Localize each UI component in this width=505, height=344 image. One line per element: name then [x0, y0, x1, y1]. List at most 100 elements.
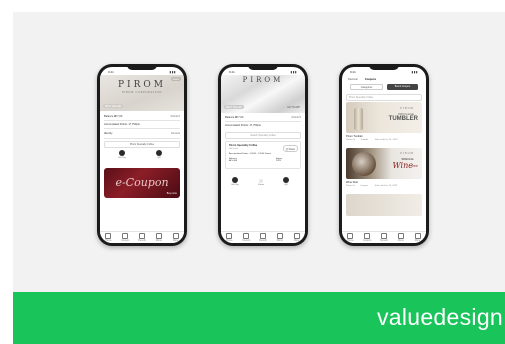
tab-home[interactable]: Home [344, 232, 356, 242]
divider [104, 120, 180, 121]
tumbler-image [354, 108, 363, 130]
wine-name: Wine Shot [346, 181, 358, 184]
tab-home[interactable]: Home [102, 232, 114, 242]
search-input[interactable]: Pirom Specialty Coffee [346, 94, 422, 101]
tab-label: More [414, 239, 421, 243]
guest-button[interactable]: Guest [170, 77, 181, 82]
wine-meta-date: Sale until Dec 31, 2023 [374, 185, 398, 187]
phone-notch [127, 64, 157, 70]
wine-bottle-image [352, 152, 376, 176]
tab-label: Home [226, 239, 233, 243]
accumulated-points: Accumulated Points: 17,750pts [104, 123, 140, 126]
e-coupon-banner[interactable]: e-Coupon Buy more [104, 168, 180, 198]
tab-more[interactable]: More [412, 232, 424, 243]
tab-menu[interactable]: Menu [395, 232, 407, 242]
tab-menu[interactable]: Menu [274, 232, 286, 243]
tab-benefit[interactable]: Benefit [257, 232, 269, 243]
tab-more[interactable]: More [291, 232, 303, 243]
amount-label: Amount [171, 132, 180, 135]
phone-notch [248, 64, 278, 70]
phone-screen: 9:41 ▮▮▮ Discover Coupons Categories Bra… [342, 67, 426, 243]
menu-icon [276, 232, 283, 239]
tab-coupon[interactable]: Coupon [361, 232, 373, 243]
tab-label: Coupon [363, 239, 372, 243]
store-selector[interactable]: Pirom Specialty Coffee [104, 141, 180, 148]
bottom-tab-bar: Home Coupon Benefit Menu More [100, 231, 184, 243]
tab-benefit[interactable]: Benefit [136, 232, 148, 242]
tab-home[interactable]: Home [223, 232, 235, 243]
coupon-icon [243, 232, 250, 239]
expire-value: 2023 [276, 160, 281, 162]
identity-label: Identity [104, 132, 113, 135]
valuedesign-watermark: valuedesign [376, 304, 503, 330]
tab-label: Menu [155, 239, 162, 243]
best-seller-badge: BEST SELLER [224, 105, 245, 110]
tumbler-brand: PIROM [400, 107, 414, 110]
balance-label: Balance ₩ 7,00 [104, 115, 123, 118]
phone-mockup-home: 9:41 ▮▮▮ PIROM PIROM CORPORATION BEST SE… [97, 64, 187, 246]
qr-button[interactable]: QR [283, 177, 289, 186]
buy-more-link[interactable]: Buy more [167, 192, 177, 195]
wine-brand: PIROM [400, 152, 414, 155]
signal-icon: ▮▮▮ [411, 70, 418, 74]
brand-name: PIROM [242, 76, 284, 84]
gift-pay-button[interactable]: Gift Pay [118, 150, 126, 159]
tab-discover[interactable]: Discover [348, 78, 358, 81]
signal-icon: ▮▮▮ [169, 70, 176, 74]
tab-benefit[interactable]: Benefit [378, 232, 390, 243]
tab-coupons[interactable]: Coupons [365, 78, 376, 81]
search-input[interactable]: Search Specialty Coffee [225, 132, 301, 139]
menu-icon [155, 232, 162, 239]
wine-meta-brand: Pirom Co. [346, 185, 356, 187]
wine-meta: Pirom Co. Coupon Sale until Dec 31, 2023 [346, 185, 422, 187]
qr-button[interactable]: QR [156, 150, 162, 159]
gift-pay-label: Gift Pay [231, 183, 239, 186]
next-coupon-banner[interactable] [346, 194, 422, 216]
gift-pay-label: Gift Pay [118, 156, 126, 159]
gift-card[interactable]: Pirom Specialty Coffee Gift Card Ⓜ Share… [225, 141, 301, 169]
more-icon [414, 232, 421, 239]
share-button[interactable]: Ⓜ Share [282, 145, 298, 153]
coupon-icon [122, 232, 129, 239]
phone-mockup-coupons: 9:41 ▮▮▮ Discover Coupons Categories Bra… [339, 64, 429, 246]
phone-notch [369, 64, 399, 70]
tab-coupon[interactable]: Coupon [119, 232, 131, 242]
points-label: Points 5 [291, 116, 301, 119]
gift-pay-button[interactable]: Gift Pay [231, 177, 239, 186]
tab-coupon[interactable]: Coupon [240, 232, 252, 243]
tab-label: Menu [276, 239, 283, 243]
wine-info: Wine Shot Pirom Co. Coupon Sale until De… [346, 181, 422, 187]
wine-title: Wine [392, 161, 413, 170]
brand-logo: PIROM PIROM CORPORATION [100, 80, 184, 94]
tab-menu[interactable]: Menu [153, 232, 165, 243]
points-icon [259, 179, 264, 183]
more-icon [172, 232, 179, 239]
tab-label: Coupon [242, 239, 251, 243]
signal-icon: ▮▮▮ [290, 70, 297, 74]
home-icon [347, 232, 354, 239]
points-button[interactable]: Points [258, 179, 264, 186]
tab-label: Benefit [259, 239, 267, 243]
tumbler-meta-brand: Pirom Co. [346, 139, 356, 141]
qr-label: QR [284, 183, 288, 186]
segment-control: Categories Brand Coupon [350, 84, 418, 90]
wine-tag: SHOP [411, 165, 418, 168]
gift-pay-icon [118, 150, 125, 156]
identity-amount-row: Identity Amount [104, 132, 180, 135]
go-to-app-link[interactable]: GO TO APP [285, 105, 302, 109]
phone-mockup-giftcard: 9:41 ▮▮▮ PIROM BEST SELLER GO TO APP Bal… [218, 64, 308, 246]
segment-brand-coupon[interactable]: Brand Coupon [387, 84, 418, 90]
tab-more[interactable]: More [170, 232, 182, 242]
top-tabs: Discover Coupons [348, 78, 420, 81]
qr-label: QR [157, 156, 161, 159]
phone-screen: 9:41 ▮▮▮ PIROM BEST SELLER GO TO APP Bal… [221, 67, 305, 243]
tumbler-banner[interactable]: PIROM PRIVILEGE TUMBLER [346, 102, 422, 133]
phone-screen: 9:41 ▮▮▮ PIROM PIROM CORPORATION BEST SE… [100, 67, 184, 243]
footer-band: valuedesign [13, 292, 505, 344]
tab-label: Benefit [380, 239, 388, 243]
tab-label: More [293, 239, 300, 243]
benefit-icon [380, 232, 387, 239]
segment-categories[interactable]: Categories [350, 84, 383, 90]
wine-banner[interactable]: PIROM SPECIAL Wine SHOP [346, 148, 422, 179]
points-label: Points 5 [170, 115, 180, 118]
